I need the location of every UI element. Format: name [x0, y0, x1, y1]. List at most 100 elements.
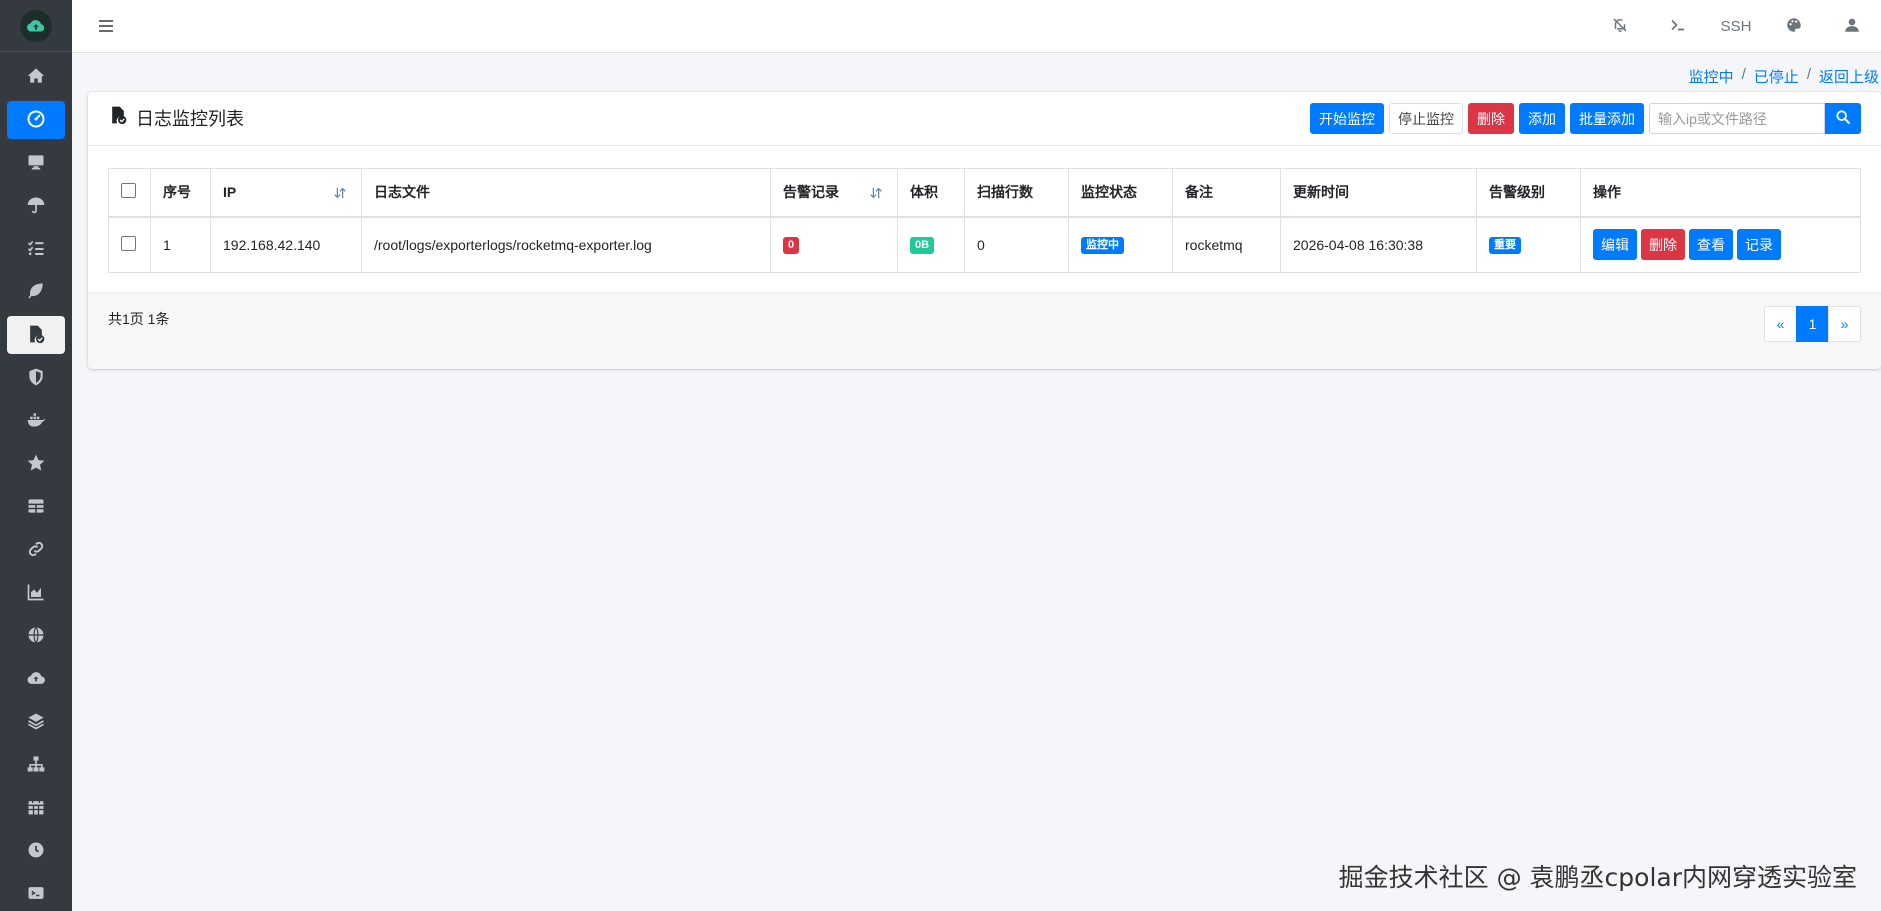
toolbar: 开始监控 停止监控 删除 添加 批量添加	[1310, 103, 1861, 134]
pagination-next[interactable]: »	[1828, 306, 1861, 342]
breadcrumb-back[interactable]: 返回上级	[1819, 66, 1879, 87]
pagination-info: 共1页 1条	[108, 311, 170, 327]
breadcrumb: 监控中 / 已停止 / 返回上级	[1689, 66, 1879, 87]
terminal-button[interactable]	[1649, 0, 1707, 52]
brand[interactable]	[0, 0, 72, 52]
ssh-button[interactable]: SSH	[1707, 0, 1765, 52]
sidebar-item-dashboard[interactable]	[7, 101, 65, 139]
level-badge: 重要	[1489, 237, 1521, 255]
sidebar-item-links[interactable]	[7, 531, 65, 569]
row-actions: 编辑 删除 查看 记录	[1593, 229, 1848, 261]
table-header-row: 序号 IP 日志文件 告警记录 体积 扫描行数 监控状态 备注 更新时间 告警级…	[108, 168, 1861, 218]
sort-icon[interactable]	[333, 186, 347, 200]
sidebar-item-calendar[interactable]	[7, 789, 65, 827]
sidebar-item-clock[interactable]	[7, 832, 65, 870]
pagination: « 1 »	[1764, 306, 1861, 342]
row-checkbox[interactable]	[121, 235, 136, 251]
sidebar-item-leaf[interactable]	[7, 273, 65, 311]
batch-add-button[interactable]: 批量添加	[1570, 103, 1644, 134]
pagination-prev[interactable]: «	[1764, 306, 1797, 342]
header-remark: 备注	[1172, 168, 1281, 218]
add-button[interactable]: 添加	[1519, 103, 1565, 134]
search-icon	[1835, 109, 1851, 128]
sidebar-item-cloud[interactable]	[7, 660, 65, 698]
header-size: 体积	[897, 168, 965, 218]
terminal-prompt-icon	[1669, 16, 1687, 37]
sidebar-item-docker[interactable]	[7, 402, 65, 440]
breadcrumb-monitoring[interactable]: 监控中	[1689, 66, 1734, 87]
cell-lines: 0	[964, 216, 1069, 273]
umbrella-icon	[26, 195, 46, 218]
stop-monitor-button[interactable]: 停止监控	[1389, 103, 1463, 134]
user-icon	[1843, 16, 1861, 37]
area-chart-icon	[26, 582, 46, 605]
cell-logfile: /root/logs/exporterlogs/rocketmq-exporte…	[361, 216, 771, 273]
search-button[interactable]	[1825, 103, 1861, 134]
row-delete-button[interactable]: 删除	[1641, 229, 1685, 261]
header-level: 告警级别	[1476, 168, 1581, 218]
header-seq: 序号	[150, 168, 211, 218]
log-monitor-card: 日志监控列表 开始监控 停止监控 删除 添加 批量添加 序号 IP	[88, 92, 1881, 369]
table-area: 序号 IP 日志文件 告警记录 体积 扫描行数 监控状态 备注 更新时间 告警级…	[108, 168, 1861, 273]
sidebar-item-terminal[interactable]	[7, 875, 65, 911]
sidebar-item-security[interactable]	[7, 359, 65, 397]
sidebar-item-table[interactable]	[7, 488, 65, 526]
breadcrumb-separator: /	[1741, 66, 1746, 83]
cell-remark: rocketmq	[1172, 216, 1281, 273]
cell-ip: 192.168.42.140	[210, 216, 362, 273]
dashboard-icon	[26, 109, 46, 132]
network-icon	[26, 754, 46, 777]
search-input[interactable]	[1649, 103, 1825, 134]
header-updated: 更新时间	[1280, 168, 1477, 218]
leaf-icon	[26, 281, 46, 304]
cell-status: 监控中	[1068, 216, 1173, 273]
breadcrumb-stopped[interactable]: 已停止	[1754, 66, 1799, 87]
star-icon	[26, 453, 46, 476]
clock-icon	[26, 840, 46, 863]
start-monitor-button[interactable]: 开始监控	[1310, 103, 1384, 134]
notifications-off-button[interactable]	[1591, 0, 1649, 52]
user-menu-button[interactable]	[1823, 0, 1881, 52]
view-button[interactable]: 查看	[1689, 229, 1733, 261]
header-ops: 操作	[1580, 168, 1861, 218]
sidebar-item-tasks[interactable]	[7, 230, 65, 268]
sidebar-item-log-monitor[interactable]	[7, 316, 65, 354]
search-group	[1649, 103, 1861, 134]
cell-level: 重要	[1476, 216, 1581, 273]
cell-size: 0B	[897, 216, 965, 273]
card-footer: 共1页 1条 « 1 »	[88, 292, 1881, 369]
record-button[interactable]: 记录	[1737, 229, 1781, 261]
layers-icon	[26, 711, 46, 734]
sidebar-item-home[interactable]	[7, 58, 65, 96]
palette-icon	[1785, 16, 1803, 37]
file-check-icon	[108, 104, 128, 131]
alerts-badge[interactable]: 0	[783, 237, 800, 255]
delete-button[interactable]: 删除	[1468, 103, 1514, 134]
page-title-text: 日志监控列表	[136, 108, 244, 129]
cloud-upload-icon	[26, 668, 46, 691]
header-ip[interactable]: IP	[210, 168, 362, 218]
sort-icon[interactable]	[869, 186, 883, 200]
header-alerts-label: 告警记录	[783, 184, 839, 201]
theme-button[interactable]	[1765, 0, 1823, 52]
ssh-label: SSH	[1720, 17, 1752, 35]
shield-icon	[26, 367, 46, 390]
select-all-checkbox[interactable]	[121, 183, 136, 199]
page-title: 日志监控列表	[108, 104, 244, 131]
sidebar-item-umbrella[interactable]	[7, 187, 65, 225]
header-alerts[interactable]: 告警记录	[770, 168, 898, 218]
sidebar-item-network[interactable]	[7, 746, 65, 784]
tasks-icon	[26, 238, 46, 261]
home-icon	[26, 66, 46, 89]
sidebar-item-globe[interactable]	[7, 617, 65, 655]
sidebar-item-charts[interactable]	[7, 574, 65, 612]
hamburger-menu-icon[interactable]	[96, 16, 116, 36]
link-icon	[26, 539, 46, 562]
sidebar-item-monitor[interactable]	[7, 144, 65, 182]
sidebar-item-layers[interactable]	[7, 703, 65, 741]
sidebar-item-favorites[interactable]	[7, 445, 65, 483]
select-all-cell	[108, 168, 151, 218]
pagination-page[interactable]: 1	[1796, 306, 1829, 342]
table-icon	[26, 496, 46, 519]
edit-button[interactable]: 编辑	[1593, 229, 1637, 261]
